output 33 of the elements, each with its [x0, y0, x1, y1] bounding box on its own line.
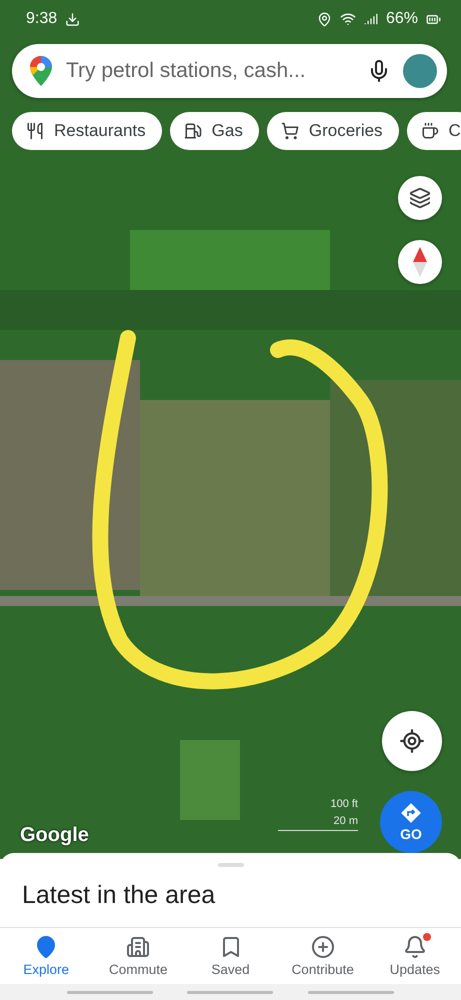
nav-tab[interactable]: Saved: [184, 928, 277, 984]
download-icon: [65, 12, 80, 26]
fuel-pump-icon: [184, 122, 202, 140]
signal-icon: [364, 12, 378, 26]
search-bar[interactable]: Try petrol stations, cash...: [12, 44, 447, 98]
nav-tab[interactable]: Explore: [0, 928, 92, 984]
search-input[interactable]: Try petrol stations, cash...: [64, 58, 355, 84]
status-time: 9:38: [26, 10, 58, 28]
avatar[interactable]: [403, 54, 437, 88]
compass-needle-icon: [413, 247, 427, 277]
plus-circle-icon: [310, 935, 335, 959]
building-icon: [126, 935, 150, 959]
sheet-title: Latest in the area: [22, 881, 216, 910]
maps-pin-logo-icon: [30, 56, 52, 86]
category-chip[interactable]: Restaurants: [12, 112, 162, 150]
category-chip[interactable]: Gas: [170, 112, 259, 150]
wifi-icon: [340, 11, 356, 27]
nav-tab[interactable]: Contribute: [276, 928, 369, 984]
map-scale: 100 ft 20 m: [278, 796, 358, 831]
nav-tab[interactable]: Commute: [92, 928, 184, 984]
cart-icon: [280, 122, 299, 140]
crosshair-icon: [399, 728, 425, 754]
fork-knife-icon: [26, 122, 44, 140]
nav-tab[interactable]: Updates: [368, 928, 461, 984]
battery-percent: 66%: [386, 10, 418, 28]
google-logo: Google: [20, 824, 89, 847]
layers-icon: [409, 187, 431, 209]
location-icon: [316, 12, 332, 26]
category-chip[interactable]: Groceries: [266, 112, 399, 150]
bell-icon: [402, 935, 427, 959]
drag-handle[interactable]: [218, 863, 244, 867]
category-chip[interactable]: C: [406, 112, 461, 150]
cup-icon: [420, 122, 439, 140]
